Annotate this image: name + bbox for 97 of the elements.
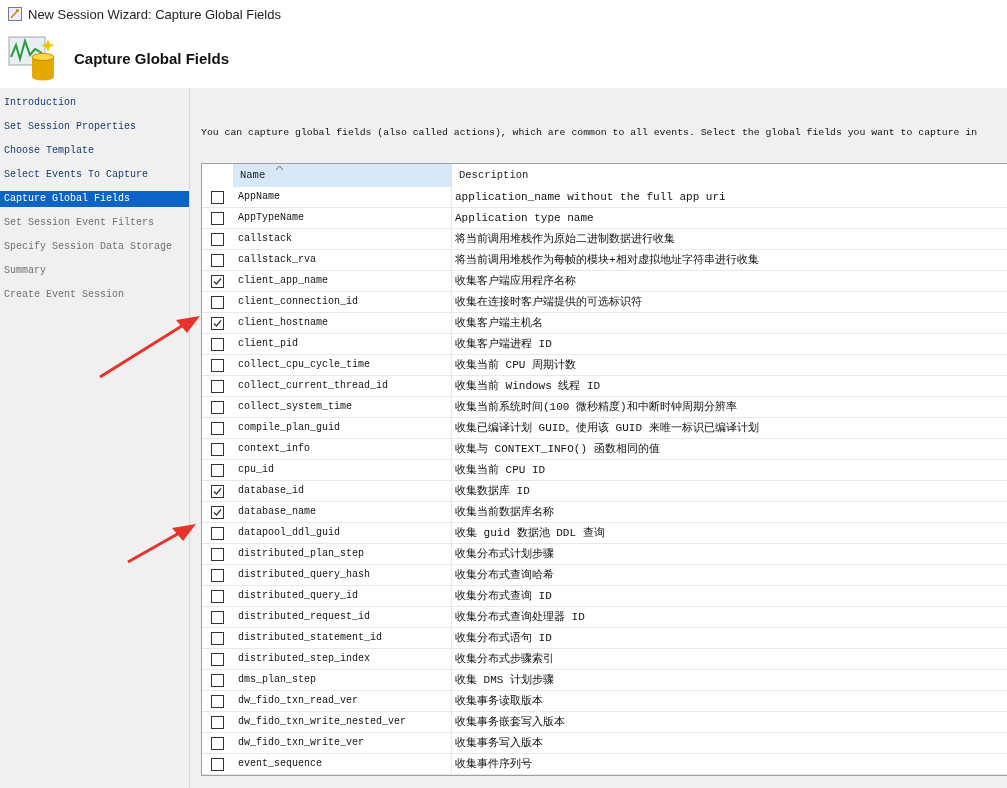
table-cell: distributed_plan_step xyxy=(233,544,452,565)
checkbox[interactable] xyxy=(211,631,224,645)
table-cell: 收集当前系统时间(100 微秒精度)和中断时钟周期分辨率 xyxy=(452,397,1007,418)
checkbox[interactable] xyxy=(211,652,224,666)
checkbox[interactable] xyxy=(211,400,224,414)
wizard-step[interactable]: Capture Global Fields xyxy=(0,191,189,207)
table-cell: collect_current_thread_id xyxy=(233,376,452,397)
column-header[interactable]: Description xyxy=(452,164,1007,187)
table-cell: client_pid xyxy=(233,334,452,355)
table-cell: 收集分布式查询哈希 xyxy=(452,565,1007,586)
checkbox[interactable] xyxy=(211,463,224,477)
table-cell: Application type name xyxy=(452,208,1007,229)
table-cell: 收集分布式语句 ID xyxy=(452,628,1007,649)
checkbox[interactable] xyxy=(211,673,224,687)
window-title: New Session Wizard: Capture Global Fields xyxy=(28,6,281,22)
table-cell: 收集事件序列号 xyxy=(452,754,1007,775)
page-title: Capture Global Fields xyxy=(74,49,230,67)
table-cell: 将当前调用堆栈作为原始二进制数据进行收集 xyxy=(452,229,1007,250)
table-cell: dw_fido_txn_write_nested_ver xyxy=(233,712,452,733)
table-cell: 收集已编译计划 GUID。使用该 GUID 来唯一标识已编译计划 xyxy=(452,418,1007,439)
checkbox[interactable] xyxy=(211,442,224,456)
wizard-step[interactable]: Choose Template xyxy=(0,143,189,159)
table-cell: client_connection_id xyxy=(233,292,452,313)
table-cell: 收集 DMS 计划步骤 xyxy=(452,670,1007,691)
table-cell: 收集事务读取版本 xyxy=(452,691,1007,712)
table-cell: dw_fido_txn_write_ver xyxy=(233,733,452,754)
wizard-step[interactable]: Select Events To Capture xyxy=(0,167,189,183)
table-cell: cpu_id xyxy=(233,460,452,481)
checkbox[interactable] xyxy=(211,526,224,540)
checkbox[interactable] xyxy=(211,736,224,750)
table-cell: collect_system_time xyxy=(233,397,452,418)
checkbox[interactable] xyxy=(211,274,224,288)
table-cell: dms_plan_step xyxy=(233,670,452,691)
table-cell: database_name xyxy=(233,502,452,523)
table-cell: 收集当前 CPU ID xyxy=(452,460,1007,481)
checkbox[interactable] xyxy=(211,694,224,708)
table-cell: collect_cpu_cycle_time xyxy=(233,355,452,376)
table-cell: 收集事务写入版本 xyxy=(452,733,1007,754)
checkbox[interactable] xyxy=(211,379,224,393)
checkbox[interactable] xyxy=(211,757,224,771)
wizard-icon xyxy=(8,7,22,21)
checkbox[interactable] xyxy=(211,190,224,204)
table-cell: datapool_ddl_guid xyxy=(233,523,452,544)
checkbox[interactable] xyxy=(211,610,224,624)
checkbox[interactable] xyxy=(211,484,224,498)
table-cell: 收集分布式查询处理器 ID xyxy=(452,607,1007,628)
table-cell: distributed_step_index xyxy=(233,649,452,670)
column-header[interactable]: Name xyxy=(233,164,452,187)
table-cell: 收集在连接时客户端提供的可选标识符 xyxy=(452,292,1007,313)
table-cell: AppTypeName xyxy=(233,208,452,229)
checkbox[interactable] xyxy=(211,715,224,729)
checkbox[interactable] xyxy=(211,337,224,351)
wizard-step[interactable]: Introduction xyxy=(0,95,189,111)
checkbox[interactable] xyxy=(211,505,224,519)
table-cell: 收集与 CONTEXT_INFO() 函数相同的值 xyxy=(452,439,1007,460)
table-cell: compile_plan_guid xyxy=(233,418,452,439)
table-cell: 收集当前 CPU 周期计数 xyxy=(452,355,1007,376)
table-cell: 将当前调用堆栈作为每帧的模块+相对虚拟地址字符串进行收集 xyxy=(452,250,1007,271)
table-cell: event_sequence xyxy=(233,754,452,775)
table-cell: 收集事务嵌套写入版本 xyxy=(452,712,1007,733)
table-cell: distributed_request_id xyxy=(233,607,452,628)
table-cell: callstack xyxy=(233,229,452,250)
checkbox[interactable] xyxy=(211,421,224,435)
table-cell: 收集当前 Windows 线程 ID xyxy=(452,376,1007,397)
table-cell: 收集当前数据库名称 xyxy=(452,502,1007,523)
table-cell: database_id xyxy=(233,481,452,502)
checkbox[interactable] xyxy=(211,253,224,267)
table-cell: distributed_statement_id xyxy=(233,628,452,649)
table-cell: callstack_rva xyxy=(233,250,452,271)
table-cell: 收集分布式步骤索引 xyxy=(452,649,1007,670)
table-cell: AppName xyxy=(233,187,452,208)
table-cell: 收集分布式查询 ID xyxy=(452,586,1007,607)
table-cell: client_app_name xyxy=(233,271,452,292)
checkbox[interactable] xyxy=(211,589,224,603)
checkbox[interactable] xyxy=(211,295,224,309)
annotation-arrow xyxy=(127,524,196,564)
sort-caret-icon xyxy=(275,165,284,171)
intro-text: You can capture global fields (also called actions), which are common to all events. Select the global fields you want to capture in xyxy=(201,126,979,140)
table-cell: dw_fido_txn_read_ver xyxy=(233,691,452,712)
checkbox[interactable] xyxy=(211,211,224,225)
table-cell: 收集客户端进程 ID xyxy=(452,334,1007,355)
checkbox[interactable] xyxy=(211,568,224,582)
table-cell: 收集客户端应用程序名称 xyxy=(452,271,1007,292)
checkbox[interactable] xyxy=(211,358,224,372)
table-cell: 收集客户端主机名 xyxy=(452,313,1007,334)
table-cell: client_hostname xyxy=(233,313,452,334)
wizard-step[interactable]: Set Session Properties xyxy=(0,119,189,135)
table-cell: distributed_query_hash xyxy=(233,565,452,586)
table-cell: application_name without the full app uri xyxy=(452,187,1007,208)
checkbox[interactable] xyxy=(211,232,224,246)
table-cell: 收集分布式计划步骤 xyxy=(452,544,1007,565)
checkbox[interactable] xyxy=(211,547,224,561)
table-cell: context_info xyxy=(233,439,452,460)
table-cell: 收集数据库 ID xyxy=(452,481,1007,502)
table-cell: distributed_query_id xyxy=(233,586,452,607)
checkbox[interactable] xyxy=(211,316,224,330)
table-cell: 收集 guid 数据池 DDL 查询 xyxy=(452,523,1007,544)
